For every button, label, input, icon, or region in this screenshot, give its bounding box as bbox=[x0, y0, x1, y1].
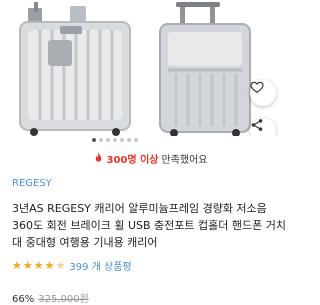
satisfied-label: 만족했어요 bbox=[161, 154, 208, 166]
rating-row[interactable]: ★ ★ ★ ★ ★ 399 개 상품평 bbox=[12, 258, 132, 273]
star-icon: ★ bbox=[33, 258, 44, 272]
price-row: 66% 325,000원 bbox=[12, 290, 89, 305]
social-proof-banner: 300명 이상 만족했어요 bbox=[0, 148, 300, 168]
star-icon: ★ bbox=[44, 258, 55, 272]
fire-icon bbox=[95, 152, 101, 162]
product-photo bbox=[19, 2, 251, 136]
wishlist-button[interactable] bbox=[250, 80, 276, 106]
review-count-link[interactable]: 399 개 상품평 bbox=[69, 258, 131, 273]
star-icon: ★ bbox=[12, 258, 22, 272]
heart-icon bbox=[250, 81, 264, 93]
original-price: 325,000원 bbox=[38, 294, 89, 305]
satisfied-count: 300명 이상 bbox=[106, 154, 159, 166]
carousel-dot[interactable] bbox=[120, 138, 124, 142]
brand-link[interactable]: REGESY bbox=[12, 178, 52, 189]
product-image-carousel[interactable] bbox=[0, 0, 300, 136]
carousel-dot[interactable] bbox=[127, 138, 131, 142]
star-icon: ★ bbox=[22, 258, 33, 272]
carousel-dot[interactable] bbox=[113, 138, 117, 142]
carousel-dot[interactable] bbox=[92, 138, 96, 142]
share-icon bbox=[251, 119, 263, 131]
star-rating: ★ ★ ★ ★ ★ bbox=[12, 258, 66, 272]
product-title: 3년AS REGESY 캐리어 알루미늄프레임 경량화 저소음 360도 회전 … bbox=[12, 202, 286, 249]
half-star-icon: ★ bbox=[55, 258, 66, 272]
carousel-dot[interactable] bbox=[134, 138, 138, 142]
carousel-indicator bbox=[92, 137, 138, 143]
carousel-dot[interactable] bbox=[106, 138, 110, 142]
carousel-dot[interactable] bbox=[99, 138, 103, 142]
